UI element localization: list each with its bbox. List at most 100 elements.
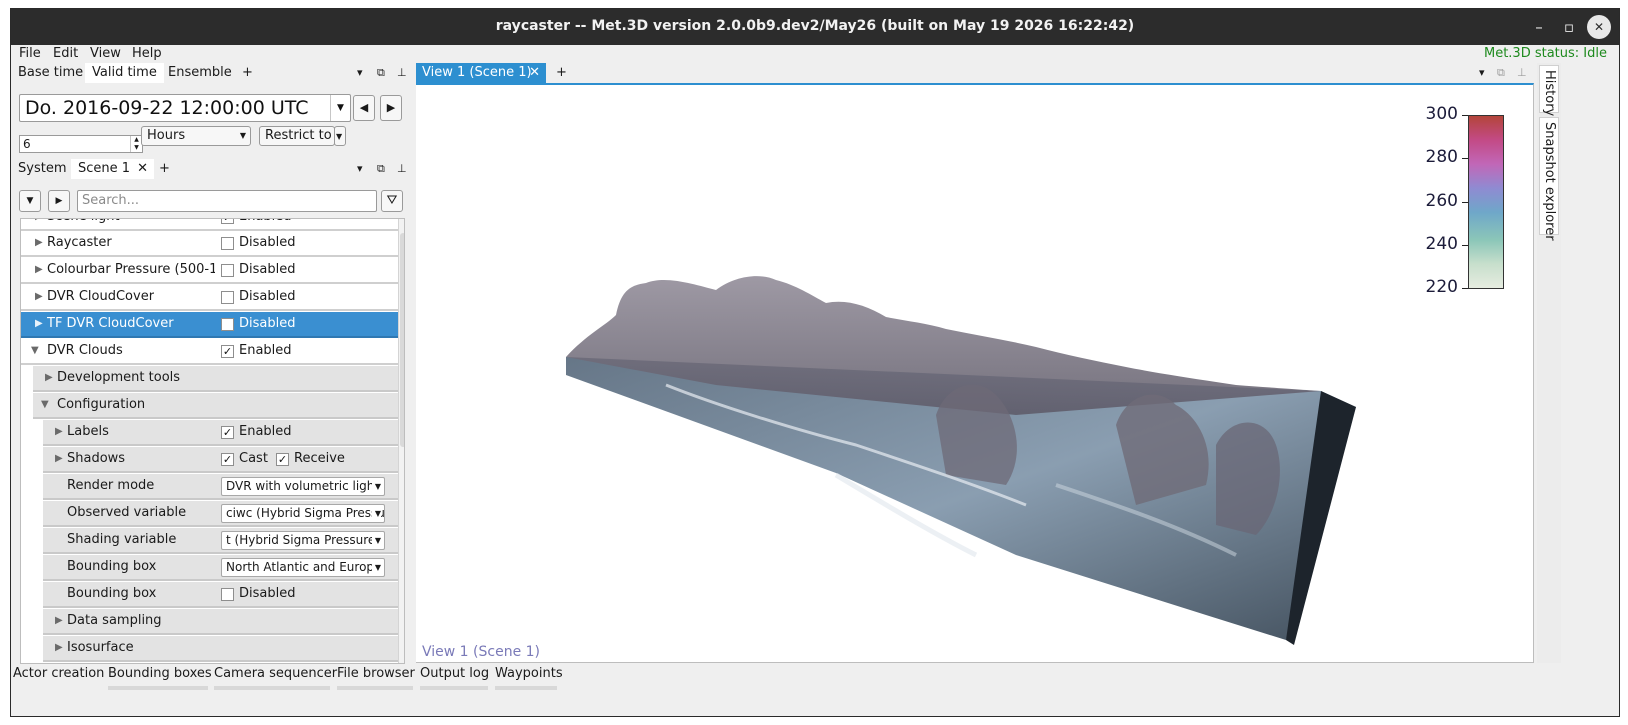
tree-row-raycaster[interactable]: ▶ Raycaster Disabled <box>21 231 399 257</box>
minimize-button[interactable]: – <box>1527 15 1551 39</box>
shading-variable-combo[interactable]: t (Hybrid Sigma Pressure) ▼ <box>221 531 385 550</box>
expand-arrow-icon[interactable]: ▶ <box>35 285 43 309</box>
expand-arrow-icon[interactable]: ▶ <box>55 636 63 660</box>
tab-camera-sequencer[interactable]: Camera sequencer <box>214 666 337 681</box>
previous-time-button[interactable]: ◀ <box>353 95 375 121</box>
restrict-to-dropdown[interactable]: ▼ <box>334 126 346 146</box>
tree-row-tf-dvr-cloudcover[interactable]: ▶ TF DVR CloudCover Disabled <box>21 312 399 338</box>
tab-output-log[interactable]: Output log <box>420 666 489 681</box>
labels-checkbox[interactable]: ✓ <box>221 426 234 439</box>
tab-view-1[interactable]: View 1 (Scene 1) ✕ <box>416 63 546 83</box>
expand-arrow-icon[interactable]: ▶ <box>35 312 43 336</box>
expand-all-button[interactable]: ▶ <box>48 190 70 212</box>
tree-row-development-tools[interactable]: ▶ Development tools <box>33 366 399 392</box>
tab-actor-creation[interactable]: Actor creation <box>13 666 104 681</box>
close-tab-icon[interactable]: ✕ <box>529 63 540 83</box>
add-view-tab-button[interactable]: + <box>549 63 574 83</box>
expand-arrow-icon[interactable]: ▶ <box>35 231 43 255</box>
restrict-to-button[interactable]: Restrict to <box>259 126 335 146</box>
tree-row-label: Observed variable <box>67 505 187 520</box>
tab-file-browser[interactable]: File browser <box>337 666 415 681</box>
cast-shadows-checkbox[interactable]: ✓ <box>221 453 234 466</box>
enabled-checkbox[interactable] <box>221 237 234 250</box>
render-mode-combo[interactable]: DVR with volumetric light ▼ <box>221 477 385 496</box>
time-unit-combo[interactable]: Hours ▼ <box>141 126 251 146</box>
tree-row-bounding-box-toggle[interactable]: Bounding box Disabled <box>43 582 399 608</box>
add-tab-button[interactable]: + <box>235 63 260 83</box>
collapse-arrow-icon[interactable]: ▼ <box>41 393 49 417</box>
view-label: View 1 (Scene 1) <box>422 644 540 660</box>
enabled-checkbox[interactable]: ✓ <box>221 219 234 224</box>
tab-ensemble[interactable]: Ensemble <box>161 63 239 83</box>
maximize-button[interactable]: ▫ <box>1557 15 1581 39</box>
tab-waypoints[interactable]: Waypoints <box>495 666 563 681</box>
tab-valid-time[interactable]: Valid time <box>85 63 164 83</box>
menu-file[interactable]: File <box>19 46 41 61</box>
time-step-spinbox[interactable]: 6 ▲ ▼ <box>19 135 143 153</box>
collapse-arrow-icon[interactable]: ▼ <box>31 339 39 363</box>
colorbar <box>1468 115 1504 289</box>
tab-base-time[interactable]: Base time <box>11 63 90 83</box>
float-dock-icon[interactable]: ⧉ <box>377 66 385 80</box>
tab-indicator <box>337 686 413 690</box>
enabled-checkbox[interactable]: ✓ <box>221 345 234 358</box>
expand-arrow-icon[interactable]: ▶ <box>55 420 63 444</box>
tree-row[interactable]: ▶ Scene light ✓ Enabled <box>21 219 399 231</box>
tree-row-data-sampling[interactable]: ▶ Data sampling <box>43 609 399 635</box>
dock-menu-icon[interactable]: ▾ <box>357 162 363 175</box>
dock-menu-icon[interactable]: ▾ <box>1479 66 1485 79</box>
tab-snapshot-explorer[interactable]: Snapshot explorer <box>1539 117 1559 241</box>
tree-row-dvr-cloudcover[interactable]: ▶ DVR CloudCover Disabled <box>21 285 399 311</box>
filter-icon: ⛛ <box>386 193 398 208</box>
pin-dock-icon[interactable]: ⊥ <box>1517 66 1527 79</box>
scene-viewport[interactable]: 300 280 260 240 220 View 1 (Scene 1) <box>416 83 1534 663</box>
add-scene-tab-button[interactable]: + <box>152 159 177 179</box>
bounding-box-combo[interactable]: North Atlantic and Europe ▼ <box>221 558 385 577</box>
observed-variable-combo[interactable]: ciwc (Hybrid Sigma Pressure) ▼ <box>221 504 385 523</box>
tab-bounding-boxes[interactable]: Bounding boxes <box>108 666 212 681</box>
tree-row-shadows[interactable]: ▶ Shadows ✓ Cast ✓ Receive <box>43 447 399 473</box>
expand-arrow-icon[interactable]: ▶ <box>35 258 43 282</box>
dock-menu-icon[interactable]: ▾ <box>357 66 363 79</box>
collapse-all-button[interactable]: ▼ <box>19 190 41 212</box>
chevron-down-icon[interactable]: ▼ <box>330 95 350 121</box>
tab-scene-1[interactable]: Scene 1 ✕ <box>71 159 155 179</box>
next-time-button[interactable]: ▶ <box>380 95 402 121</box>
close-window-button[interactable]: ✕ <box>1587 15 1611 39</box>
search-placeholder: Search... <box>82 193 140 208</box>
expand-arrow-icon[interactable]: ▶ <box>55 447 63 471</box>
close-tab-icon[interactable]: ✕ <box>137 159 148 179</box>
receive-shadows-checkbox[interactable]: ✓ <box>276 453 289 466</box>
chevron-left-icon: ◀ <box>359 101 369 114</box>
expand-arrow-icon[interactable]: ▶ <box>45 366 53 390</box>
tab-history[interactable]: History <box>1539 65 1559 116</box>
bounding-box-checkbox[interactable] <box>221 588 234 601</box>
time-unit-value: Hours <box>147 128 186 143</box>
enabled-checkbox[interactable] <box>221 318 234 331</box>
tab-system[interactable]: System <box>11 159 73 179</box>
enabled-checkbox[interactable] <box>221 264 234 277</box>
tree-scrollbar[interactable] <box>398 219 404 663</box>
tree-row-observed-variable: Observed variable ciwc (Hybrid Sigma Pre… <box>43 501 399 527</box>
valid-time-combo[interactable]: Do. 2016-09-22 12:00:00 UTC ▼ <box>19 94 351 122</box>
scrollbar-thumb[interactable] <box>400 233 404 447</box>
menu-edit[interactable]: Edit <box>53 46 78 61</box>
menu-help[interactable]: Help <box>132 46 162 61</box>
enabled-checkbox[interactable] <box>221 291 234 304</box>
filter-button[interactable]: ⛛ <box>381 190 403 212</box>
expand-arrow-icon[interactable]: ▶ <box>55 609 63 633</box>
tree-row-configuration[interactable]: ▼ Configuration <box>33 393 399 419</box>
tree-row-isosurface[interactable]: ▶ Isosurface <box>43 636 399 662</box>
pin-dock-icon[interactable]: ⊥ <box>397 162 407 175</box>
tree-row-colourbar[interactable]: ▶ Colourbar Pressure (500-1... Disabled <box>21 258 399 284</box>
tree-row-label: Bounding box <box>67 586 157 601</box>
tree-row-labels[interactable]: ▶ Labels ✓ Enabled <box>43 420 399 446</box>
expand-arrow-icon[interactable]: ▶ <box>35 219 43 229</box>
pin-dock-icon[interactable]: ⊥ <box>397 66 407 79</box>
menu-view[interactable]: View <box>90 46 121 61</box>
float-dock-icon[interactable]: ⧉ <box>1497 66 1505 80</box>
chevron-down-icon: ▼ <box>371 532 381 549</box>
search-input[interactable]: Search... <box>77 190 377 212</box>
float-dock-icon[interactable]: ⧉ <box>377 162 385 176</box>
tree-row-dvr-clouds[interactable]: ▼ DVR Clouds ✓ Enabled <box>21 339 399 365</box>
